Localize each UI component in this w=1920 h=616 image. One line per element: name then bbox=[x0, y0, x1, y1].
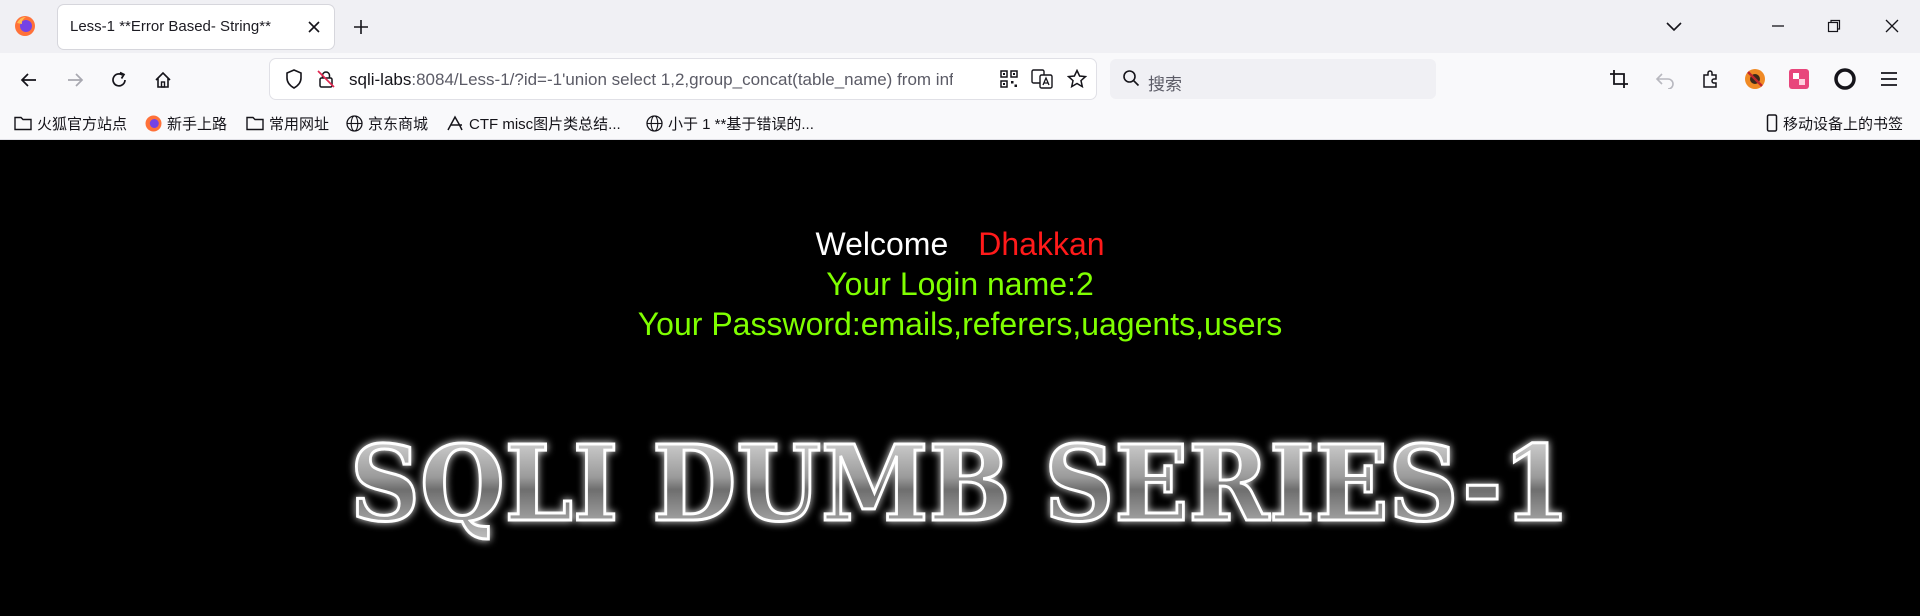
bookmark-getting-started[interactable]: 新手上路 bbox=[145, 112, 227, 134]
navigation-toolbar: sqli-labs:8084/Less-1/?id=-1'union selec… bbox=[0, 53, 1920, 105]
bookmarks-toolbar: 火狐官方站点 新手上路 常用网址 京东商城 CTF misc图片类总结... 小… bbox=[0, 105, 1920, 140]
new-tab-icon[interactable] bbox=[347, 13, 375, 41]
password-result: Your Password:emails,referers,uagents,us… bbox=[637, 306, 1283, 342]
bookmark-jd-mall[interactable]: 京东商城 bbox=[346, 112, 428, 134]
url-path: :8084/Less-1/?id=-1'union select 1,2,gro… bbox=[411, 70, 953, 89]
bookmark-label: 火狐官方站点 bbox=[37, 115, 128, 133]
bookmark-less-than-one[interactable]: 小于 1 **基于错误的... bbox=[646, 112, 814, 134]
insecure-lock-icon[interactable] bbox=[314, 68, 338, 90]
address-bar[interactable]: sqli-labs:8084/Less-1/?id=-1'union selec… bbox=[270, 59, 1096, 99]
bookmark-folder-common-sites[interactable]: 常用网址 bbox=[246, 112, 329, 134]
translate-icon[interactable] bbox=[1030, 68, 1054, 90]
username-text: Dhakkan bbox=[978, 226, 1105, 262]
firefox-icon bbox=[14, 15, 36, 37]
close-window-icon[interactable] bbox=[1872, 8, 1912, 44]
ctf-site-icon bbox=[447, 114, 463, 130]
tracking-protection-shield-icon[interactable] bbox=[282, 68, 306, 90]
page-content: Welcome Dhakkan Your Login name:2 Your Pa… bbox=[0, 140, 1920, 616]
welcome-text: Welcome bbox=[815, 226, 949, 262]
bookmark-label: CTF misc图片类总结... bbox=[469, 115, 621, 133]
search-placeholder: 搜索 bbox=[1148, 75, 1182, 94]
url-text[interactable]: sqli-labs:8084/Less-1/?id=-1'union selec… bbox=[349, 70, 953, 90]
restore-icon[interactable] bbox=[1814, 8, 1854, 44]
bookmark-label: 常用网址 bbox=[269, 115, 330, 133]
globe-icon bbox=[346, 114, 363, 132]
list-all-tabs-icon[interactable] bbox=[1660, 14, 1688, 40]
home-icon[interactable] bbox=[148, 65, 178, 95]
browser-tab[interactable]: Less-1 **Error Based- String** bbox=[58, 5, 334, 49]
tab-strip: Less-1 **Error Based- String** bbox=[0, 0, 1920, 53]
bookmark-label: 小于 1 **基于错误的... bbox=[668, 115, 814, 133]
bookmark-star-icon[interactable] bbox=[1065, 68, 1089, 90]
qr-code-icon[interactable] bbox=[997, 68, 1021, 90]
search-icon bbox=[1122, 69, 1140, 92]
extension-orange-icon[interactable] bbox=[1740, 64, 1770, 94]
undo-icon[interactable] bbox=[1650, 64, 1680, 94]
mobile-device-icon bbox=[1766, 114, 1778, 132]
welcome-line: Welcome Dhakkan bbox=[0, 226, 1920, 263]
bookmark-label: 移动设备上的书签 bbox=[1783, 115, 1904, 133]
account-circle-icon[interactable] bbox=[1830, 64, 1860, 94]
folder-icon bbox=[14, 116, 32, 131]
bookmark-ctf-misc[interactable]: CTF misc图片类总结... bbox=[446, 112, 621, 134]
tab-title: Less-1 **Error Based- String** bbox=[70, 18, 271, 35]
menu-hamburger-icon[interactable] bbox=[1874, 64, 1904, 94]
bookmark-folder-mobile[interactable]: 移动设备上的书签 bbox=[1766, 112, 1903, 134]
sqli-dumb-series-banner: SQLI DUMB SERIES-1 bbox=[349, 421, 1572, 547]
forward-icon[interactable] bbox=[60, 65, 90, 95]
login-name-result: Your Login name:2 bbox=[826, 266, 1094, 302]
firefox-icon bbox=[145, 115, 162, 131]
banner-text: SQLI DUMB SERIES-1 bbox=[350, 422, 1570, 545]
extension-pink-icon[interactable] bbox=[1784, 64, 1814, 94]
url-host: sqli-labs bbox=[349, 70, 412, 89]
search-bar[interactable]: 搜索 bbox=[1110, 59, 1436, 99]
screenshot-crop-icon[interactable] bbox=[1604, 64, 1634, 94]
minimize-icon[interactable] bbox=[1758, 8, 1798, 44]
bookmark-folder-firefox-official[interactable]: 火狐官方站点 bbox=[14, 112, 127, 134]
globe-icon bbox=[646, 114, 663, 132]
back-icon[interactable] bbox=[14, 65, 44, 95]
bookmark-label: 新手上路 bbox=[167, 115, 228, 133]
bookmark-label: 京东商城 bbox=[368, 115, 429, 133]
extensions-puzzle-icon[interactable] bbox=[1696, 64, 1726, 94]
close-tab-icon[interactable] bbox=[302, 15, 326, 39]
folder-icon bbox=[246, 116, 264, 131]
reload-icon[interactable] bbox=[104, 65, 134, 95]
